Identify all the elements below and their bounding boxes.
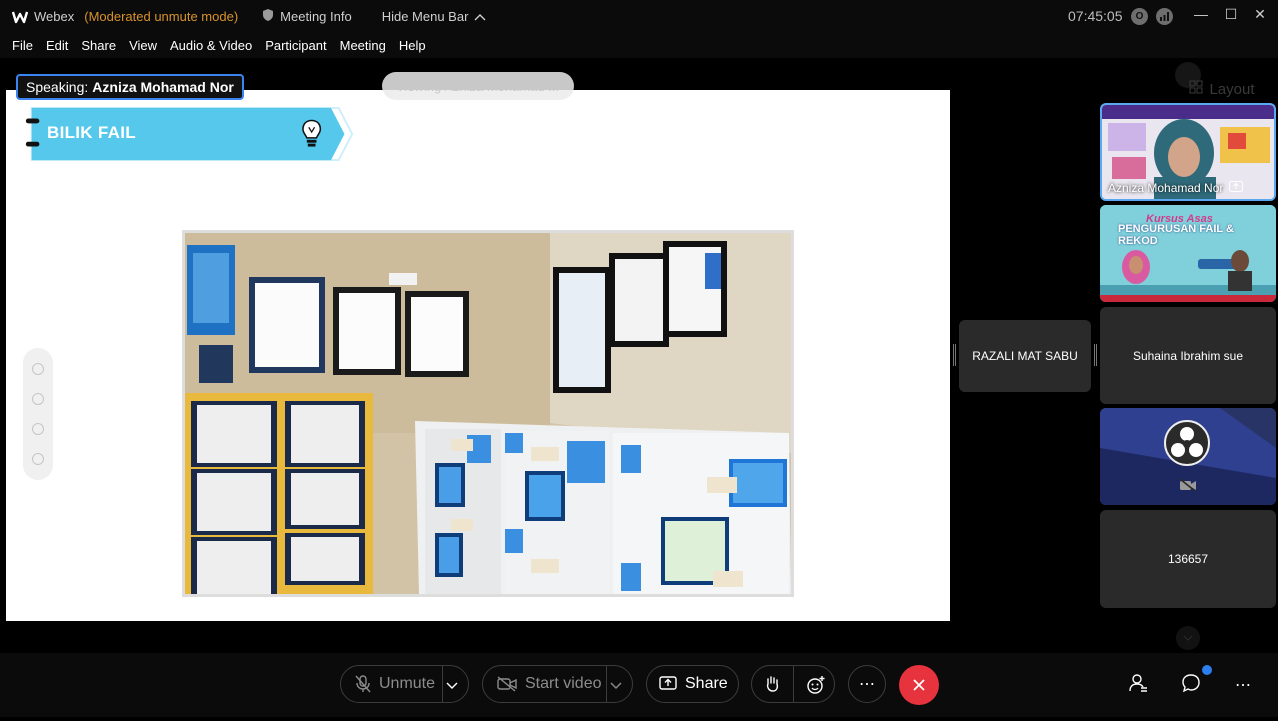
mic-muted-icon xyxy=(355,675,371,693)
file-room-photo xyxy=(182,230,794,597)
close-icon xyxy=(913,679,925,691)
zoom-out-icon[interactable] xyxy=(32,453,44,465)
course-banner-title: PENGURUSAN FAIL & REKOD xyxy=(1118,223,1234,247)
meeting-info-label: Meeting Info xyxy=(280,9,352,24)
menu-edit[interactable]: Edit xyxy=(46,38,68,53)
maximize-icon[interactable]: ☐ xyxy=(1221,6,1241,23)
chat-icon[interactable] xyxy=(1181,673,1201,698)
menu-meeting[interactable]: Meeting xyxy=(340,38,386,53)
participant-tile-suhaina[interactable]: Suhaina Ibrahim sue xyxy=(1100,307,1276,404)
chevron-up-icon xyxy=(474,9,486,24)
hide-menu-bar-button[interactable]: Hide Menu Bar xyxy=(382,9,487,24)
shield-icon xyxy=(262,8,274,25)
panel-resize-handle-left[interactable] xyxy=(953,344,956,366)
menu-bar: File Edit Share View Audio & Video Parti… xyxy=(0,33,1278,58)
hide-menu-label: Hide Menu Bar xyxy=(381,9,469,24)
participant-name-azniza: Azniza Mohamad Nor xyxy=(1108,181,1244,195)
fit-screen-icon[interactable] xyxy=(32,393,44,405)
annotate-icon[interactable] xyxy=(32,363,44,375)
slide-title: BILIK FAIL xyxy=(47,123,136,142)
participant-name-razali: RAZALI MAT SABU xyxy=(972,349,1078,363)
share-button[interactable]: Share xyxy=(646,665,739,703)
participant-tile-obs[interactable] xyxy=(1100,408,1276,505)
meeting-mode-status: (Moderated unmute mode) xyxy=(84,9,239,24)
viewing-indicator: Viewing Azniza Mohamad ... xyxy=(382,72,574,100)
menu-file[interactable]: File xyxy=(12,38,33,53)
leave-meeting-button[interactable] xyxy=(899,665,939,705)
shared-content-area: BILIK FAIL xyxy=(0,58,950,653)
video-off-icon xyxy=(1179,478,1197,497)
zoom-controls[interactable] xyxy=(23,348,53,480)
title-bar: Webex (Moderated unmute mode) Meeting In… xyxy=(0,0,1278,33)
zoom-in-icon[interactable] xyxy=(32,423,44,435)
speaking-indicator: Speaking: Azniza Mohamad Nor xyxy=(16,74,244,100)
speaking-label: Speaking: xyxy=(26,79,89,95)
menu-view[interactable]: View xyxy=(129,38,157,53)
start-video-button[interactable]: Start video xyxy=(482,665,633,703)
webex-logo-icon xyxy=(12,10,28,24)
meeting-info-button[interactable]: Meeting Info xyxy=(262,8,352,25)
more-options-button[interactable]: ⋯ xyxy=(848,665,886,703)
ellipsis-icon: ⋯ xyxy=(859,676,875,693)
participants-icon[interactable] xyxy=(1128,673,1148,698)
share-screen-icon xyxy=(659,676,677,692)
participant-tile-azniza[interactable]: Azniza Mohamad Nor xyxy=(1100,103,1276,201)
close-icon[interactable]: ✕ xyxy=(1250,6,1270,23)
video-off-icon xyxy=(497,676,517,692)
chat-notification-badge xyxy=(1202,665,1212,675)
chevron-down-icon[interactable] xyxy=(446,677,458,695)
reactions-icon[interactable] xyxy=(806,675,826,695)
network-stats-icon[interactable] xyxy=(1156,8,1173,25)
app-title: Webex (Moderated unmute mode) xyxy=(12,9,238,24)
speaking-name: Azniza Mohamad Nor xyxy=(92,79,234,95)
shared-slide: BILIK FAIL xyxy=(6,90,950,621)
minimize-icon[interactable]: — xyxy=(1191,6,1211,22)
layout-button[interactable]: Layout xyxy=(1172,76,1272,102)
unmute-button[interactable]: Unmute xyxy=(340,665,469,703)
more-panels-icon[interactable]: ⋯ xyxy=(1235,675,1251,695)
menu-participant[interactable]: Participant xyxy=(265,38,326,53)
app-name: Webex xyxy=(34,9,75,24)
chevron-down-icon[interactable] xyxy=(610,677,622,695)
meeting-clock: 07:45:05 xyxy=(1068,8,1123,24)
webex-window: Webex (Moderated unmute mode) Meeting In… xyxy=(0,0,1278,721)
participant-tile-136657[interactable]: 136657 xyxy=(1100,510,1276,608)
reactions-group xyxy=(751,665,835,703)
screen-share-icon xyxy=(1229,181,1244,195)
layout-grid-icon xyxy=(1189,80,1203,98)
share-label: Share xyxy=(685,675,728,692)
menu-audio-video[interactable]: Audio & Video xyxy=(170,38,252,53)
panel-resize-handle-right[interactable] xyxy=(1094,344,1097,366)
raise-hand-icon[interactable] xyxy=(764,675,780,693)
scroll-down-button[interactable] xyxy=(1176,626,1200,650)
menu-share[interactable]: Share xyxy=(81,38,116,53)
start-video-label: Start video xyxy=(525,675,602,692)
participant-name-suhaina: Suhaina Ibrahim sue xyxy=(1132,348,1244,363)
connection-status-badge: O xyxy=(1131,8,1148,25)
participant-tile-razali[interactable]: RAZALI MAT SABU xyxy=(959,320,1091,392)
menu-help[interactable]: Help xyxy=(399,38,426,53)
layout-label: Layout xyxy=(1209,80,1255,98)
obs-logo-icon xyxy=(1164,420,1210,466)
unmute-label: Unmute xyxy=(379,675,436,692)
meeting-controls-bar: Unmute Start video Share ⋯ ⋯ xyxy=(0,653,1278,717)
participant-name-136657: 136657 xyxy=(1167,552,1209,566)
participant-tile-course-banner[interactable]: Kursus Asas PENGURUSAN FAIL & REKOD xyxy=(1100,205,1276,302)
